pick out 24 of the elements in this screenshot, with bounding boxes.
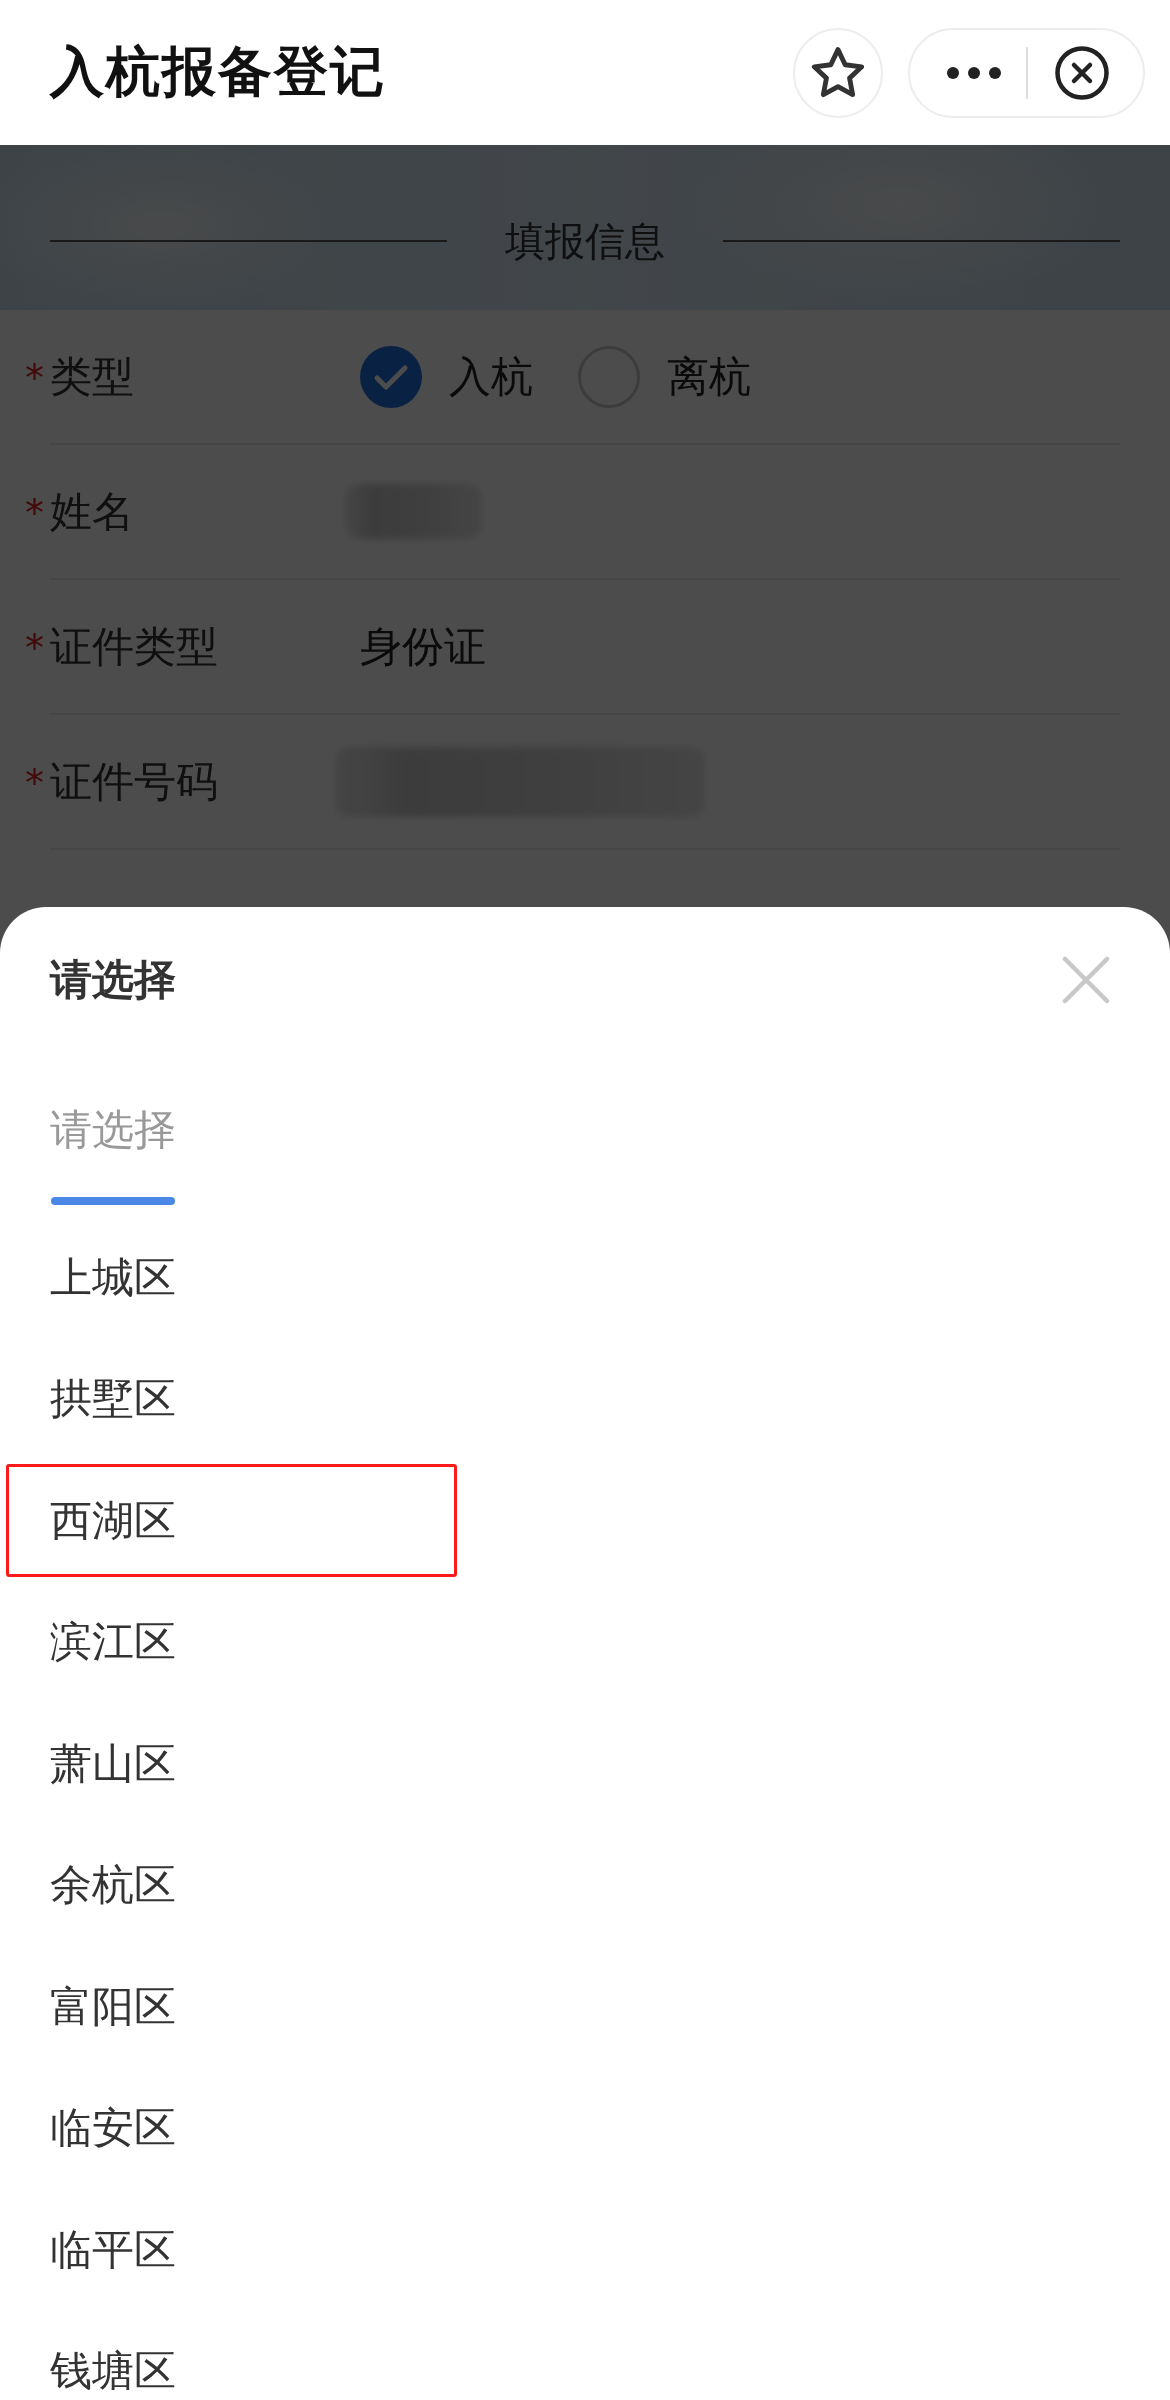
- field-label: 证件号码: [50, 756, 218, 806]
- field-label: 证件类型: [50, 621, 218, 671]
- required-mark: *: [25, 490, 45, 535]
- more-icon[interactable]: [947, 66, 1001, 79]
- sheet-title: 请选择: [50, 954, 176, 1006]
- required-mark: *: [25, 625, 45, 670]
- district-option[interactable]: 余杭区: [6, 1828, 457, 1942]
- district-option[interactable]: 上城区: [6, 1221, 457, 1334]
- district-option[interactable]: 临平区: [6, 2193, 457, 2306]
- field-label: 姓名: [50, 486, 134, 536]
- section-title: 填报信息: [505, 216, 665, 266]
- star-icon: [811, 46, 865, 99]
- district-option[interactable]: 拱墅区: [6, 1342, 457, 1456]
- field-label: 类型: [50, 351, 134, 401]
- district-option[interactable]: 滨江区: [6, 1585, 457, 1699]
- district-option[interactable]: 西湖区: [6, 1464, 457, 1577]
- district-option[interactable]: 钱塘区: [6, 2314, 457, 2400]
- district-option[interactable]: 临安区: [6, 2071, 457, 2185]
- required-mark: *: [25, 760, 45, 805]
- close-icon[interactable]: [1055, 45, 1109, 100]
- page-title: 入杭报备登记: [50, 40, 386, 103]
- district-option[interactable]: 富阳区: [6, 1950, 457, 2063]
- required-mark: *: [25, 355, 45, 400]
- district-option[interactable]: 萧山区: [6, 1707, 457, 1820]
